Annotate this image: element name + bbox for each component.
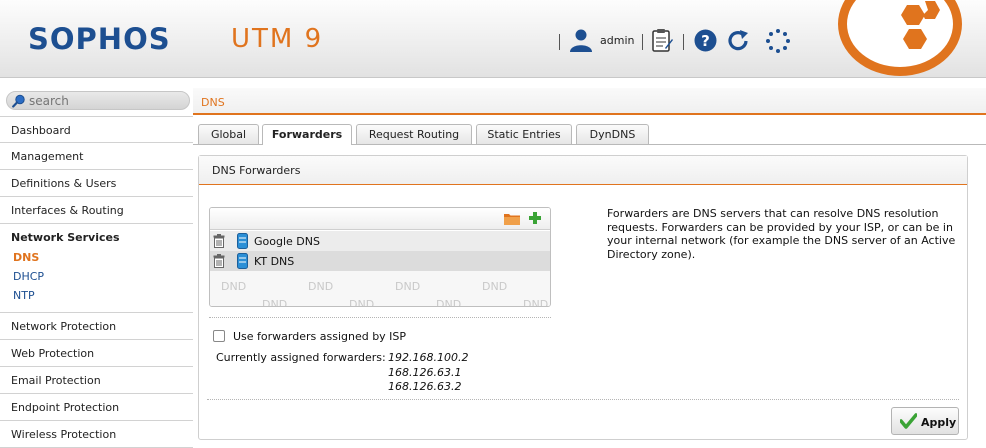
sidebar-item-web-protection[interactable]: Web Protection (0, 340, 193, 367)
top-header: SOPHOS UTM 9 admin ? (0, 0, 986, 78)
svg-text:?: ? (701, 32, 710, 50)
sidebar-item-wireless-protection[interactable]: Wireless Protection (0, 421, 193, 448)
checkmark-icon (899, 413, 918, 432)
help-icon[interactable]: ? (694, 29, 717, 55)
breadcrumb: DNS (201, 96, 225, 109)
tab-forwarders[interactable]: Forwarders (262, 124, 352, 145)
product-name: UTM 9 (231, 24, 324, 54)
search-box[interactable] (6, 91, 190, 110)
panel-title: DNS Forwarders (199, 156, 967, 185)
forwarders-list: Google DNS KT DNS DND DND DND DND DND DN… (209, 207, 551, 307)
sidebar-subitem-ntp[interactable]: NTP (11, 289, 193, 308)
nav-list: Dashboard Management Definitions & Users… (0, 116, 193, 448)
dnd-watermark: DND (436, 298, 462, 307)
trash-icon[interactable] (213, 234, 225, 251)
current-forwarder-value: 168.126.63.2 (388, 380, 462, 393)
sidebar-item-interfaces-routing[interactable]: Interfaces & Routing (0, 197, 193, 224)
tab-global[interactable]: Global (198, 124, 259, 144)
dnd-watermark: DND (308, 280, 334, 293)
use-isp-forwarders-label[interactable]: Use forwarders assigned by ISP (233, 330, 406, 343)
header-separator (559, 34, 560, 50)
sidebar-item-management[interactable]: Management (0, 143, 193, 170)
sidebar-item-network-protection[interactable]: Network Protection (0, 313, 193, 340)
apply-button-label: Apply (921, 416, 957, 429)
refresh-icon[interactable] (727, 29, 751, 55)
admin-username[interactable]: admin (600, 34, 634, 47)
divider (207, 399, 959, 400)
search-input[interactable] (29, 93, 179, 108)
current-forwarder-value: 168.126.63.1 (388, 366, 462, 379)
brand-badge (838, 0, 962, 76)
forwarder-name: KT DNS (254, 255, 295, 268)
search-icon (12, 94, 26, 111)
dnd-watermark: DND (349, 298, 375, 307)
divider (209, 317, 551, 318)
breadcrumb-bar: DNS (193, 88, 986, 115)
dnd-watermark: DND (523, 298, 549, 307)
dns-server-icon (237, 253, 248, 272)
header-separator (642, 34, 643, 50)
dns-server-icon (237, 233, 248, 252)
current-forwarders-label: Currently assigned forwarders: (216, 351, 386, 364)
dns-forwarders-panel: DNS Forwarders Google DNS KT DNS DND DND… (198, 155, 968, 440)
tab-request-routing[interactable]: Request Routing (356, 124, 472, 144)
sidebar-subitem-dhcp[interactable]: DHCP (11, 270, 193, 289)
forwarders-toolbar (210, 208, 550, 230)
sidebar-item-dashboard[interactable]: Dashboard (0, 116, 193, 143)
user-icon[interactable] (569, 28, 593, 55)
tab-dyndns[interactable]: DynDNS (576, 124, 649, 144)
list-item[interactable]: KT DNS (210, 251, 550, 271)
current-forwarder-value: 192.168.100.2 (388, 351, 469, 364)
dnd-watermark: DND (221, 280, 247, 293)
trash-icon[interactable] (213, 254, 225, 271)
dnd-watermark: DND (482, 280, 508, 293)
folder-icon[interactable] (504, 212, 520, 228)
apply-button[interactable]: Apply (891, 407, 959, 435)
clipboard-icon[interactable] (651, 28, 673, 55)
use-isp-forwarders-checkbox[interactable] (213, 330, 225, 342)
sidebar-item-network-services[interactable]: Network Services (11, 231, 193, 251)
drop-zone[interactable]: DND DND DND DND DND DND DND DND (210, 271, 550, 307)
sophos-logo: SOPHOS (28, 22, 171, 56)
help-text: Forwarders are DNS servers that can reso… (607, 207, 956, 261)
activity-icon[interactable] (765, 28, 791, 57)
sidebar-item-endpoint-protection[interactable]: Endpoint Protection (0, 394, 193, 421)
sidebar: Dashboard Management Definitions & Users… (0, 88, 193, 448)
list-item[interactable]: Google DNS (210, 231, 550, 251)
sidebar-item-definitions-users[interactable]: Definitions & Users (0, 170, 193, 197)
sidebar-group-network-services: Network Services DNS DHCP NTP (0, 224, 193, 313)
forwarder-name: Google DNS (254, 235, 320, 248)
dnd-watermark: DND (262, 298, 288, 307)
header-separator (683, 34, 684, 50)
dnd-watermark: DND (395, 280, 421, 293)
sidebar-item-email-protection[interactable]: Email Protection (0, 367, 193, 394)
sidebar-subitem-dns[interactable]: DNS (11, 251, 193, 270)
tab-static-entries[interactable]: Static Entries (476, 124, 572, 144)
add-icon[interactable] (528, 211, 542, 228)
